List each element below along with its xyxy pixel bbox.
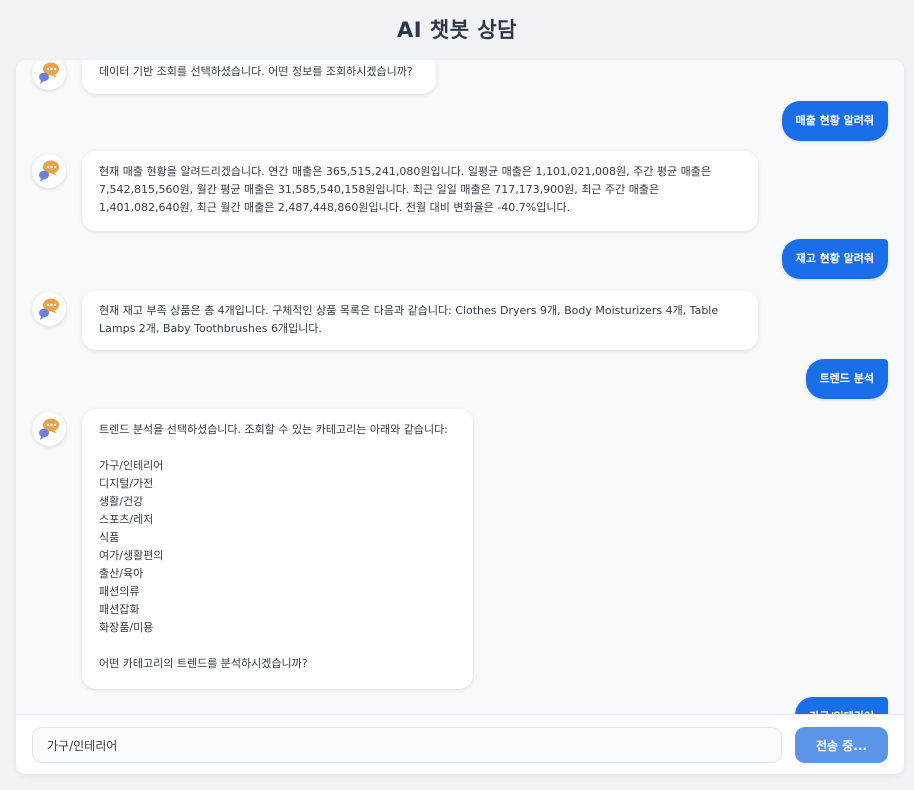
bot-message-text: 트렌드 분석을 선택하셨습니다. 조회할 수 있는 카테고리는 아래와 같습니다… [82, 409, 473, 689]
message-list[interactable]: 데이터 기반 조회를 선택하셨습니다. 어떤 정보를 조회하시겠습니까? 매출 … [16, 60, 904, 714]
bot-avatar [32, 412, 66, 446]
page-title: AI 챗봇 상담 [397, 18, 517, 42]
chat-bubbles-icon [39, 62, 59, 84]
chat-bubbles-icon [39, 418, 59, 440]
user-message: 가구/인테리어 [795, 697, 888, 714]
bot-avatar [32, 292, 66, 326]
bot-message-text: 현재 매출 현황을 알려드리겠습니다. 연간 매출은 365,515,241,0… [82, 151, 758, 231]
user-message: 트렌드 분석 [805, 359, 888, 399]
chat-window: 데이터 기반 조회를 선택하셨습니다. 어떤 정보를 조회하시겠습니까? 매출 … [16, 60, 904, 774]
bot-avatar [32, 154, 66, 188]
bot-message-text: 데이터 기반 조회를 선택하셨습니다. 어떤 정보를 조회하시겠습니까? [82, 60, 436, 94]
bot-avatar [32, 60, 66, 90]
chat-page: AI 챗봇 상담 데이터 기반 조회를 선택하셨습니다. 어떤 정보를 조회하시… [0, 0, 914, 790]
chat-bubbles-icon [39, 160, 59, 182]
send-button[interactable]: 전송 중... [795, 727, 888, 763]
user-message: 매출 현황 알려줘 [781, 101, 888, 141]
user-message: 재고 현황 알려줘 [781, 239, 888, 279]
message-input[interactable] [32, 727, 782, 763]
message-composer: 전송 중... [16, 714, 904, 774]
chat-bubbles-icon [39, 298, 59, 320]
bot-message-text: 현재 재고 부족 상품은 총 4개입니다. 구체적인 상품 목록은 다음과 같습… [82, 290, 758, 350]
